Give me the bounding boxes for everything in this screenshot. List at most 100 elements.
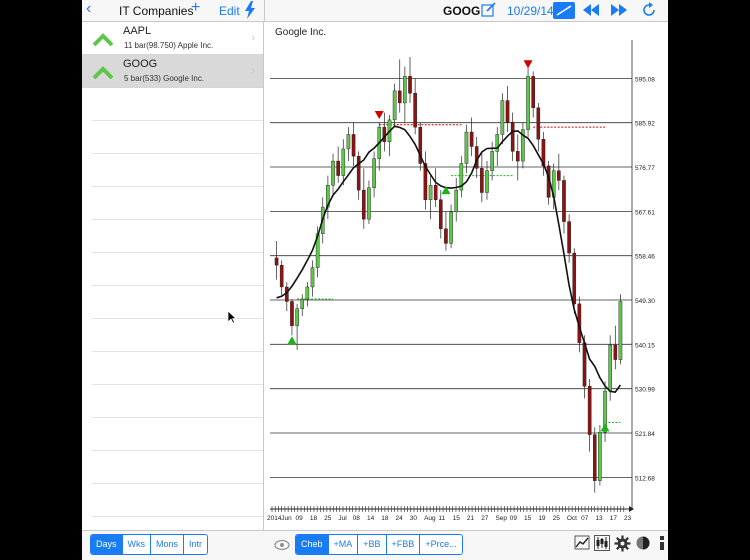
candle-up xyxy=(392,90,397,121)
refresh-icon[interactable] xyxy=(641,2,657,22)
contrast-icon[interactable] xyxy=(635,535,651,556)
empty-list-row xyxy=(92,286,263,319)
x-tick-label: Aug xyxy=(424,515,436,522)
candle-down xyxy=(356,156,361,191)
empty-list-row xyxy=(92,352,263,385)
candle-down xyxy=(480,168,484,193)
candle-down xyxy=(362,189,366,220)
x-tick-label: 24 xyxy=(396,515,404,522)
line-chart-icon[interactable] xyxy=(574,535,590,556)
x-tick-label: 23 xyxy=(624,515,632,522)
candle-down xyxy=(382,126,387,142)
mouse-cursor-icon xyxy=(228,311,237,324)
draw-line-icon[interactable] xyxy=(553,2,575,23)
candle-down xyxy=(444,228,448,244)
bottom-toolbar: Days Wks Mons Intr Cheb +MA +BB +FBB +Pr… xyxy=(82,530,668,560)
y-tick-label: 595.08 xyxy=(635,76,655,83)
chevron-up-icon xyxy=(92,66,114,80)
candle-down xyxy=(531,76,535,108)
fast-forward-icon[interactable] xyxy=(611,4,627,20)
y-tick-label: 576.77 xyxy=(635,165,655,172)
y-tick-label: 558.46 xyxy=(635,254,655,261)
candle-up xyxy=(490,151,494,171)
candle-up xyxy=(367,187,371,220)
price-chart[interactable]: Google Inc. 595.08 585.92 576.77 567.61 558.… xyxy=(265,22,668,530)
pencil-square-icon[interactable] xyxy=(481,2,497,22)
y-tick-label: 521.84 xyxy=(635,431,655,438)
date-button[interactable]: 10/29/14 xyxy=(507,3,554,19)
candle-down xyxy=(274,257,279,266)
chart-canvas[interactable]: Google Inc. 595.08 585.92 576.77 567.61 558.… xyxy=(265,22,668,530)
candle-up xyxy=(454,189,458,213)
candle-down xyxy=(562,180,566,222)
empty-list-row xyxy=(92,220,263,253)
x-tick-label: 19 xyxy=(538,515,546,522)
candle-down xyxy=(351,134,356,157)
candle-up xyxy=(618,301,623,360)
x-tick-label: 30 xyxy=(410,515,418,522)
candle-up xyxy=(485,170,489,193)
eye-icon[interactable] xyxy=(274,538,290,556)
candle-up xyxy=(608,344,612,392)
chart-title: Google Inc. xyxy=(275,27,326,38)
indicator-fbb-button[interactable]: +FBB xyxy=(386,535,421,554)
watchlist-symbol: GOOG xyxy=(123,58,158,70)
x-tick-label: Jul xyxy=(338,515,347,522)
y-tick-label: 549.30 xyxy=(635,298,655,305)
candle-down xyxy=(408,76,412,94)
watchlist-symbol: AAPL xyxy=(123,25,152,37)
chevron-right-icon: › xyxy=(251,32,255,44)
candle-down xyxy=(433,185,438,200)
candle-down xyxy=(505,100,510,123)
watchlist-item-aapl[interactable]: AAPL 11 bar(98.750) Apple Inc. › xyxy=(82,22,263,55)
candle-up xyxy=(295,308,299,326)
period-intraday-button[interactable]: Intr xyxy=(184,535,208,554)
x-tick-label: 13 xyxy=(595,515,603,522)
candle-down xyxy=(567,221,571,254)
watchlist-sidebar: AAPL 11 bar(98.750) Apple Inc. › GOOG 5 … xyxy=(82,22,264,530)
chart-navbar: GOOG 10/29/14 xyxy=(264,0,668,22)
candlestick-icon[interactable] xyxy=(594,535,610,556)
gear-icon[interactable] xyxy=(614,535,631,557)
empty-list-row xyxy=(92,484,263,517)
x-tick-label: 2014 xyxy=(267,515,282,522)
period-months-button[interactable]: Mons xyxy=(151,535,185,554)
watchlist-item-goog[interactable]: GOOG 5 bar(533) Google Inc. › xyxy=(82,55,263,88)
candle-down xyxy=(536,107,541,140)
lightning-icon[interactable] xyxy=(244,1,256,23)
indicator-price-button[interactable]: +Prce... xyxy=(420,535,462,554)
back-chevron-left-icon[interactable]: ‹ xyxy=(86,1,91,17)
edit-button[interactable]: Edit xyxy=(219,3,240,19)
candle-up xyxy=(500,100,505,135)
period-days-button[interactable]: Days xyxy=(91,535,123,554)
candle-down xyxy=(397,90,402,104)
candle-up xyxy=(372,158,376,188)
x-tick-label: 07 xyxy=(581,515,589,522)
empty-list-row xyxy=(92,451,263,484)
watchlist-navbar: ‹ IT Companies + Edit xyxy=(82,0,264,22)
candle-down xyxy=(336,160,340,176)
indicator-ma-button[interactable]: +MA xyxy=(328,535,359,554)
rewind-icon[interactable] xyxy=(583,4,599,20)
empty-list-row xyxy=(92,385,263,418)
candle-down xyxy=(290,301,294,326)
empty-list-row xyxy=(92,154,263,187)
add-button[interactable]: + xyxy=(191,0,200,16)
info-icon[interactable] xyxy=(657,535,667,556)
candle-down xyxy=(582,342,587,387)
x-tick-label: 15 xyxy=(453,515,461,522)
indicator-bb-button[interactable]: +BB xyxy=(358,535,387,554)
period-weeks-button[interactable]: Wks xyxy=(122,535,152,554)
candle-up xyxy=(449,211,453,244)
y-tick-label: 540.15 xyxy=(635,342,655,349)
x-tick-label: 15 xyxy=(524,515,532,522)
candle-up xyxy=(346,134,351,150)
app-window: ‹ IT Companies + Edit GOOG 10/29/14 AAPL xyxy=(82,0,668,560)
empty-list-area xyxy=(82,88,263,517)
candle-down xyxy=(515,151,520,162)
indicator-cheb-button[interactable]: Cheb xyxy=(296,535,329,554)
chevron-right-icon: › xyxy=(251,65,255,77)
x-tick-label: 27 xyxy=(481,515,489,522)
x-tick-label: 11 xyxy=(438,515,445,522)
x-tick-label: 08 xyxy=(353,515,361,522)
